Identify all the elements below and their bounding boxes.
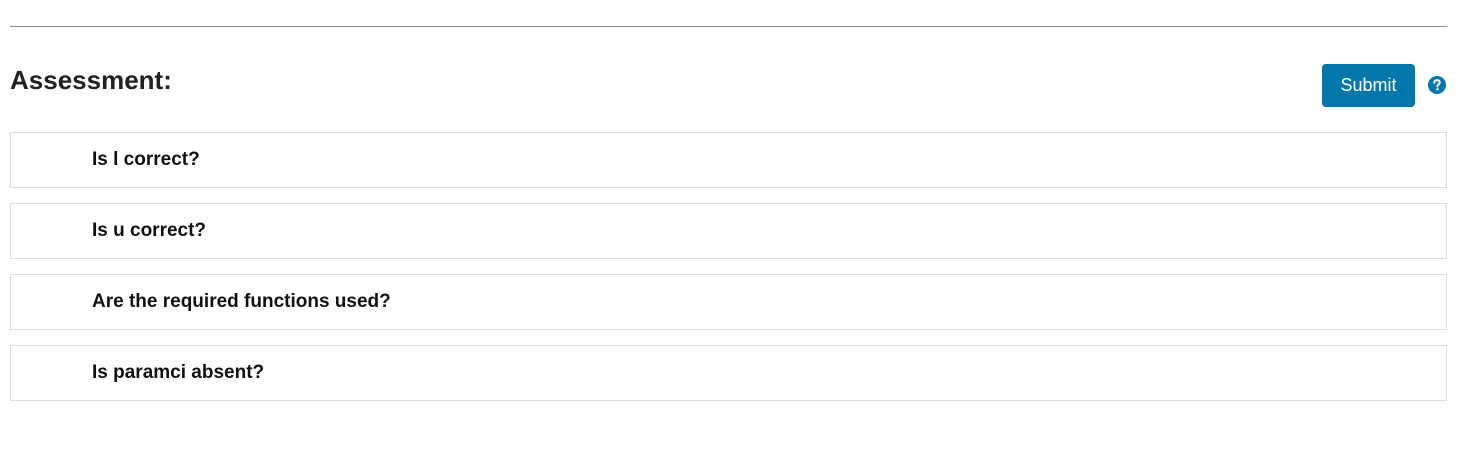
submit-button[interactable]: Submit [1322,64,1415,107]
question-label: Is l correct? [92,149,200,170]
question-label: Are the required functions used? [92,291,391,312]
question-label: Is paramci absent? [92,362,265,383]
question-circle-icon [1428,76,1446,94]
top-divider [10,26,1447,27]
assessment-header: Assessment: Submit [10,60,1447,110]
question-label: Is u correct? [92,220,207,241]
page-title: Assessment: [10,65,172,95]
question-item-l-correct[interactable]: Is l correct? [10,132,1447,188]
help-icon[interactable] [1428,76,1446,94]
question-item-u-correct[interactable]: Is u correct? [10,203,1447,259]
question-item-paramci-absent[interactable]: Is paramci absent? [10,345,1447,401]
question-item-required-functions[interactable]: Are the required functions used? [10,274,1447,330]
question-list: Is l correct? Is u correct? Are the requ… [10,132,1447,416]
